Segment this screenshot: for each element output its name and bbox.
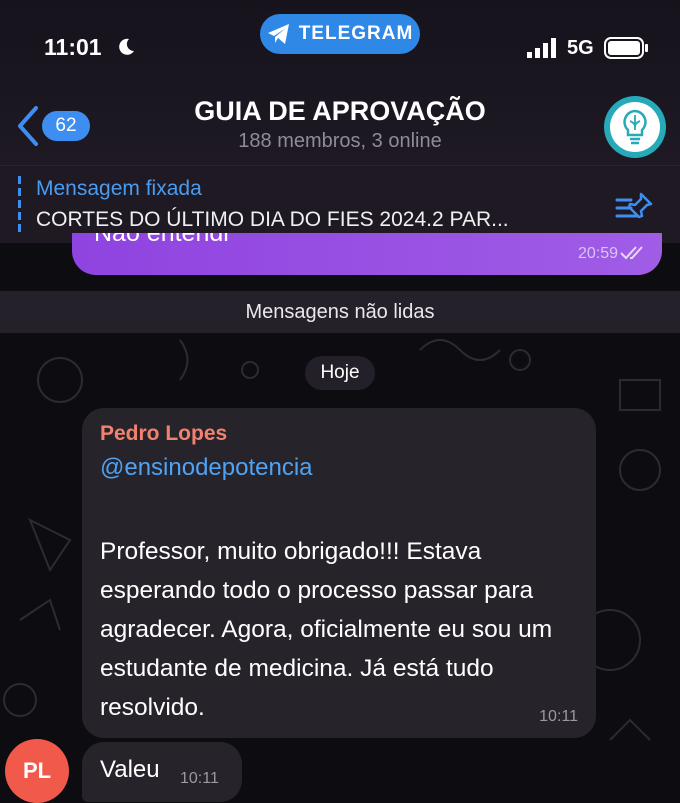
chat-subtitle: 188 membros, 3 online (238, 130, 442, 152)
message-time: 10:11 (539, 708, 578, 725)
pinned-label: Mensagem fixada (36, 177, 202, 200)
sender-name[interactable]: Pedro Lopes (100, 422, 227, 446)
pinned-text: CORTES DO ÚLTIMO DIA DO FIES 2024.2 PAR.… (36, 208, 509, 231)
chat-title[interactable]: GUIA DE APROVAÇÃO (0, 96, 680, 127)
network-type: 5G (567, 37, 594, 59)
moon-icon (119, 38, 134, 55)
telegram-icon (267, 24, 289, 44)
message-time: 10:11 (180, 770, 219, 787)
sender-avatar[interactable]: PL (5, 739, 69, 803)
telegram-pill-label: TELEGRAM (298, 23, 414, 44)
message-text: Valeu (100, 756, 160, 783)
double-check-icon (620, 246, 643, 260)
pin-list-icon[interactable] (615, 190, 655, 224)
message-bubble[interactable]: Pedro Lopes @ensinodepotencia Professor,… (82, 408, 596, 738)
lightbulb-brain-icon (610, 102, 660, 152)
previous-message-text: Não entendi (94, 233, 229, 247)
date-separator: Hoje (305, 356, 375, 390)
previous-message-time: 20:59 (577, 245, 618, 262)
previous-own-message[interactable]: Não entendi 20:59 (72, 233, 662, 275)
battery-icon (604, 37, 648, 59)
status-time: 11:01 (44, 34, 102, 60)
signal-icon (527, 38, 556, 58)
telegram-pill[interactable]: TELEGRAM (260, 14, 420, 54)
pinned-indicator (18, 176, 21, 234)
mention-link[interactable]: @ensinodepotencia (100, 454, 313, 482)
message-bubble[interactable]: Valeu 10:11 (82, 742, 242, 802)
unread-separator: Mensagens não lidas (0, 291, 680, 333)
group-avatar[interactable] (604, 96, 666, 158)
pinned-message-bar[interactable]: Mensagem fixada CORTES DO ÚLTIMO DIA DO … (0, 165, 680, 243)
message-text: Professor, muito obrigado!!! Estava espe… (100, 538, 553, 721)
